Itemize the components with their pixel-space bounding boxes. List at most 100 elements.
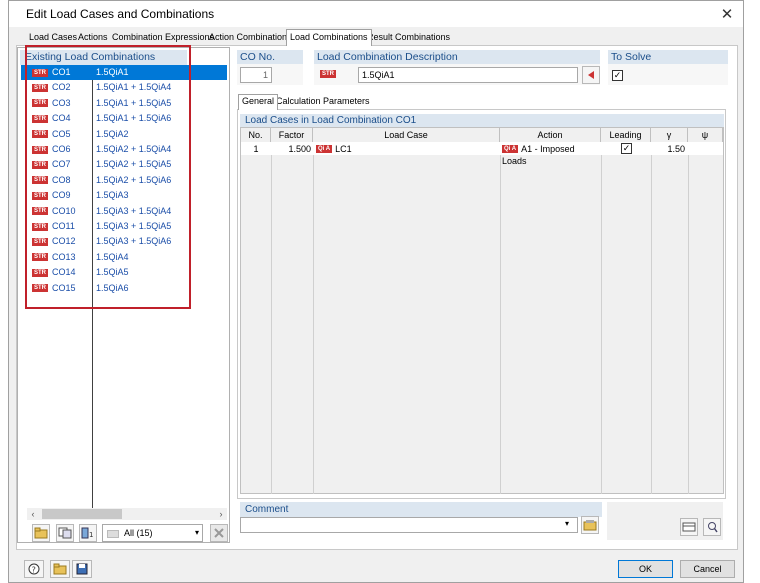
list-item[interactable]: STR CO2 1.5QiA1 + 1.5QiA4 (21, 80, 227, 95)
new-folder-icon (34, 527, 48, 539)
new-combination-button[interactable] (32, 524, 50, 542)
str-badge: STR (32, 68, 48, 77)
copy-icon (58, 527, 72, 539)
list-item[interactable]: STR CO8 1.5QiA2 + 1.5QiA6 (21, 173, 227, 188)
load-case-badge: Qi A (316, 145, 333, 153)
list-item[interactable]: STR CO13 1.5QiA4 (21, 250, 227, 265)
leading-checkbox[interactable]: ✓ (621, 143, 632, 154)
co-no-label: CO No. (237, 50, 303, 64)
str-badge: STR (32, 222, 48, 231)
combination-id: CO12 (52, 236, 76, 247)
export-icon (682, 522, 696, 532)
list-item[interactable]: STR CO15 1.5QiA6 (21, 281, 227, 296)
svg-text:?: ? (32, 566, 36, 575)
to-solve-checkbox[interactable]: ✓ (612, 70, 623, 81)
delete-button[interactable] (210, 524, 228, 542)
str-badge: STR (32, 176, 48, 185)
tab-combination-expressions[interactable]: Combination Expressions (109, 31, 217, 45)
tab-result-combinations[interactable]: Result Combinations (364, 31, 453, 45)
combination-id: CO2 (52, 82, 71, 93)
combination-id: CO6 (52, 144, 71, 154)
combination-id: CO14 (52, 267, 76, 278)
combination-description: 1.5QiA1 + 1.5QiA6 (96, 113, 172, 124)
list-item[interactable]: STR CO12 1.5QiA3 + 1.5QiA6 (21, 234, 227, 249)
renumber-button[interactable]: 1 (79, 524, 97, 542)
combination-description: 1.5QiA5 (96, 267, 129, 278)
table-export-button[interactable] (680, 518, 698, 536)
subtab-calculation-parameters[interactable]: Calculation Parameters (273, 95, 373, 109)
tab-load-cases[interactable]: Load Cases (26, 31, 80, 45)
combination-description: 1.5QiA1 (96, 67, 129, 77)
combination-id: CO5 (52, 128, 71, 139)
list-item[interactable]: STR CO10 1.5QiA3 + 1.5QiA4 (21, 204, 227, 219)
description-input[interactable]: 1.5QiA1 (358, 67, 578, 83)
cell-action[interactable]: Qi A A1 - Imposed Loads (502, 143, 600, 166)
cell-factor[interactable]: 1.500 (271, 143, 311, 155)
scroll-right-arrow-icon[interactable]: › (215, 508, 227, 520)
copy-combination-button[interactable] (56, 524, 74, 542)
combination-id: CO9 (52, 190, 71, 201)
list-item[interactable]: STR CO5 1.5QiA2 (21, 127, 227, 142)
comment-label: Comment (240, 502, 602, 517)
co-no-input[interactable]: 1 (240, 67, 272, 83)
table-title: Load Cases in Load Combination CO1 (240, 114, 724, 127)
to-solve-label: To Solve (608, 50, 728, 64)
zoom-button[interactable] (703, 518, 721, 536)
str-badge: STR (32, 268, 48, 277)
list-item[interactable]: STR CO9 1.5QiA3 (21, 188, 227, 203)
ok-button[interactable]: OK (618, 560, 673, 578)
column-divider (601, 142, 602, 494)
cancel-button[interactable]: Cancel (680, 560, 735, 578)
tab-action-combinations[interactable]: Action Combinations (206, 31, 295, 45)
filter-select-value: All (15) (124, 528, 153, 538)
folder-icon (53, 563, 67, 575)
filter-select[interactable]: All (15) ▾ (102, 524, 203, 542)
help-button[interactable]: ? (24, 560, 44, 578)
library-icon (583, 520, 597, 531)
chevron-down-icon[interactable]: ▾ (565, 519, 569, 528)
list-item[interactable]: STR CO4 1.5QiA1 + 1.5QiA6 (21, 111, 227, 126)
description-options-button[interactable] (582, 66, 600, 84)
combination-description: 1.5QiA2 (96, 128, 129, 139)
comment-input[interactable] (240, 517, 578, 533)
cell-gamma[interactable]: 1.50 (651, 143, 685, 155)
combination-id: CO11 (52, 221, 75, 231)
combination-description: 1.5QiA2 + 1.5QiA5 (96, 159, 172, 170)
str-badge: STR (32, 114, 48, 123)
col-header-factor: Factor (271, 128, 313, 142)
scrollbar-thumb[interactable] (42, 509, 122, 519)
subtab-general[interactable]: General (238, 94, 279, 110)
combination-description: 1.5QiA2 + 1.5QiA4 (96, 144, 172, 154)
combination-id: CO4 (52, 113, 71, 124)
scroll-left-arrow-icon[interactable]: ‹ (27, 508, 39, 520)
col-header-leading: Leading (601, 128, 651, 142)
tab-load-combinations[interactable]: Load Combinations (286, 29, 372, 46)
description-badge: STR (320, 70, 336, 78)
col-header-gamma: γ (651, 128, 688, 142)
combination-description: 1.5QiA3 (96, 190, 129, 201)
combination-id: CO7 (52, 159, 71, 170)
list-header: Existing Load Combinations (20, 50, 187, 65)
open-button[interactable] (50, 560, 70, 578)
arrow-left-icon (588, 71, 594, 79)
col-header-psi: ψ (688, 128, 723, 142)
comment-library-button[interactable] (581, 516, 599, 534)
load-case-name: LC1 (335, 144, 352, 154)
list-item[interactable]: STR CO3 1.5QiA1 + 1.5QiA5 (21, 96, 227, 111)
tab-actions[interactable]: Actions (75, 31, 111, 45)
list-item[interactable]: STR CO14 1.5QiA5 (21, 265, 227, 280)
action-badge: Qi A (502, 145, 519, 153)
cell-load-case[interactable]: Qi A LC1 (316, 143, 496, 155)
list-item[interactable]: STR CO7 1.5QiA2 + 1.5QiA5 (21, 157, 227, 172)
str-badge: STR (32, 237, 48, 246)
col-header-no: No. (241, 128, 271, 142)
window-title: Edit Load Cases and Combinations (26, 7, 215, 21)
save-button[interactable] (72, 560, 92, 578)
chevron-down-icon: ▾ (194, 528, 199, 537)
combination-id: CO15 (52, 282, 76, 293)
combination-description: 1.5QiA1 + 1.5QiA4 (96, 82, 172, 93)
list-item[interactable]: STR CO6 1.5QiA2 + 1.5QiA4 (21, 142, 227, 157)
list-item[interactable]: STR CO1 1.5QiA1 (21, 65, 227, 80)
list-item[interactable]: STR CO11 1.5QiA3 + 1.5QiA5 (21, 219, 227, 234)
close-button[interactable]: ✕ (715, 3, 739, 25)
